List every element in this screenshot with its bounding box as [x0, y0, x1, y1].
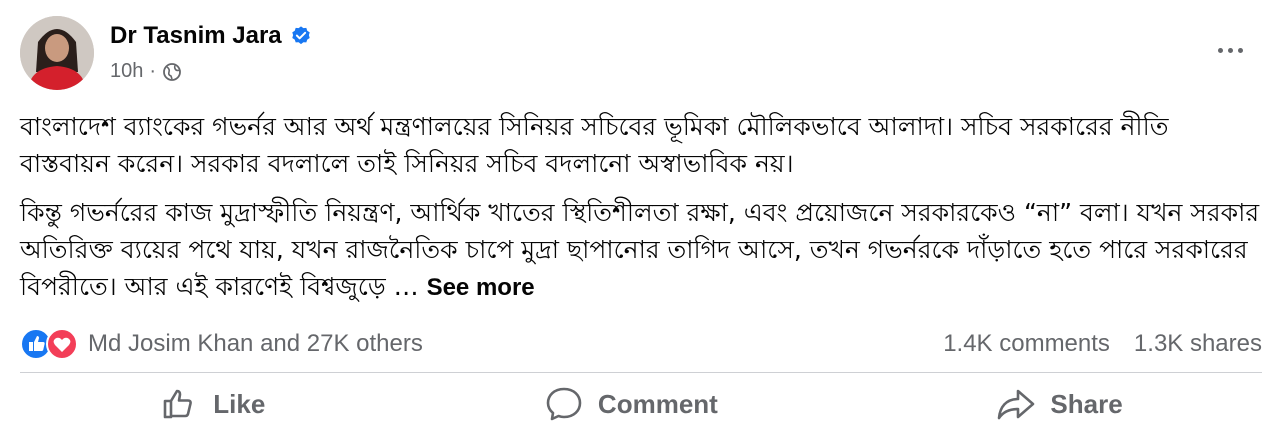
comment-button[interactable]: Comment — [524, 378, 738, 430]
share-label: Share — [1050, 388, 1123, 419]
avatar-image — [20, 16, 94, 90]
share-button[interactable]: Share — [976, 378, 1142, 430]
post-paragraph-2-text: কিন্তু গভর্নরের কাজ মুদ্রাস্ফীতি নিয়ন্ত… — [20, 198, 1260, 301]
share-arrow-icon — [998, 389, 1035, 420]
comments-count[interactable]: 1.4K comments — [943, 330, 1110, 358]
post-body: বাংলাদেশ ব্যাংকের গভর্নর আর অর্থ মন্ত্রণ… — [20, 108, 1260, 318]
post-paragraph-1: বাংলাদেশ ব্যাংকের গভর্নর আর অর্থ মন্ত্রণ… — [20, 112, 1169, 178]
meta-separator: · — [149, 60, 157, 82]
engagement-counts: 1.4K comments 1.3K shares — [943, 330, 1262, 358]
verified-badge-icon — [291, 26, 310, 45]
thumbs-up-icon — [163, 389, 193, 419]
comment-label: Comment — [597, 388, 718, 419]
post-header: Dr Tasnim Jara 10h · — [20, 16, 1260, 96]
divider — [20, 372, 1262, 373]
reactions-count-text[interactable]: Md Josim Khan and 27K others — [88, 330, 423, 358]
post-time[interactable]: 10h — [110, 60, 143, 83]
engagement-summary: Md Josim Khan and 27K others 1.4K commen… — [20, 326, 1262, 362]
post-paragraph-2: কিন্তু গভর্নরের কাজ মুদ্রাস্ফীতি নিয়ন্ত… — [20, 194, 1260, 306]
globe-icon — [163, 62, 181, 81]
shares-count[interactable]: 1.3K shares — [1134, 330, 1262, 358]
more-options-icon[interactable] — [1210, 38, 1250, 62]
like-label: Like — [213, 388, 266, 419]
avatar[interactable] — [20, 16, 94, 90]
reaction-icons — [20, 328, 78, 360]
see-more-link[interactable]: See more — [427, 274, 535, 301]
comment-bubble-icon — [546, 387, 582, 421]
reactions-summary[interactable]: Md Josim Khan and 27K others — [20, 328, 423, 360]
post-actions: Like Comment Share — [20, 378, 1262, 430]
author-name[interactable]: Dr Tasnim Jara — [110, 22, 282, 50]
post-meta: 10h · — [110, 60, 182, 83]
like-button[interactable]: Like — [139, 378, 285, 430]
author-name-row: Dr Tasnim Jara — [110, 22, 312, 50]
love-reaction-icon — [46, 328, 78, 360]
